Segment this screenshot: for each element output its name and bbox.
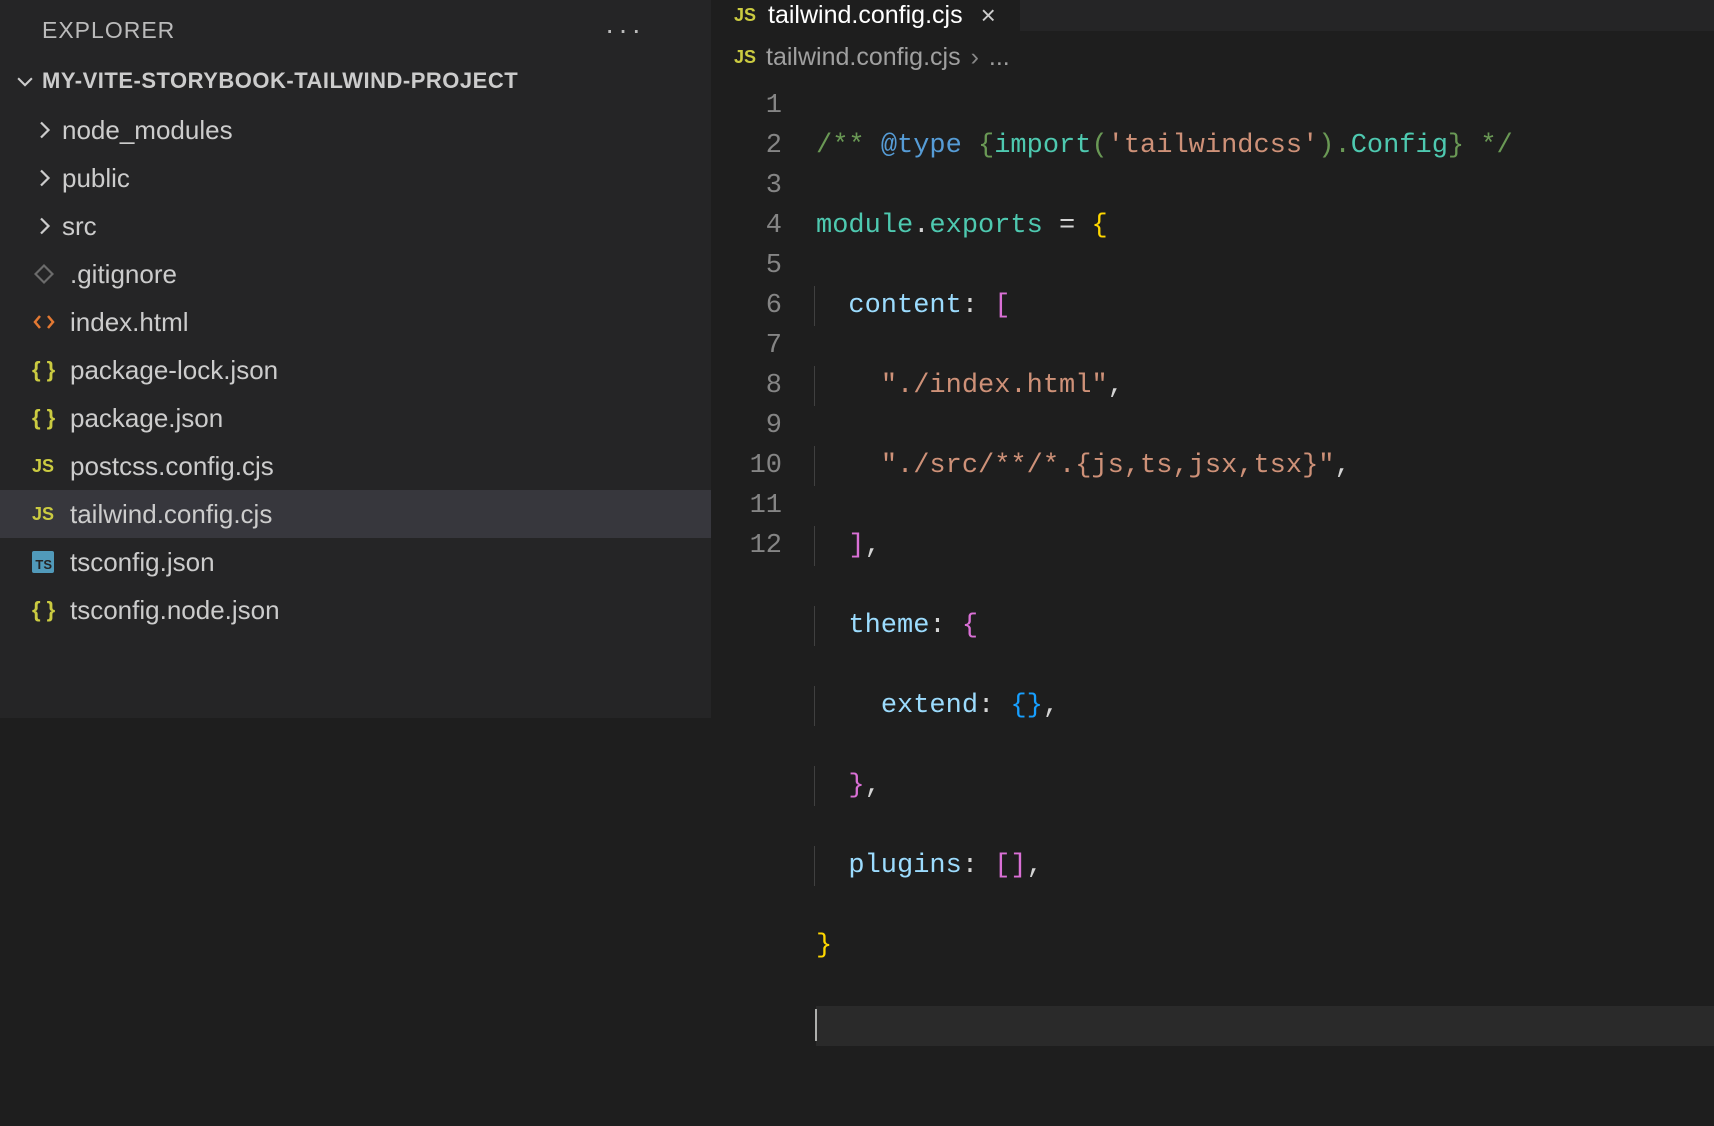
line-number: 7 — [712, 326, 782, 366]
tree-file-package-lock[interactable]: { } package-lock.json — [0, 346, 711, 394]
html-icon — [32, 310, 68, 334]
tree-item-label: node_modules — [60, 115, 233, 146]
line-number: 1 — [712, 86, 782, 126]
line-number: 6 — [712, 286, 782, 326]
line-number: 5 — [712, 246, 782, 286]
tab-tailwind-config[interactable]: JS tailwind.config.cjs × — [712, 0, 1020, 31]
tree-item-label: tsconfig.node.json — [68, 595, 280, 626]
js-icon: JS — [32, 504, 68, 525]
line-number: 4 — [712, 206, 782, 246]
explorer-title: EXPLORER — [42, 17, 175, 44]
tree-file-index-html[interactable]: index.html — [0, 298, 711, 346]
chevron-right-icon: › — [971, 43, 979, 72]
tree-item-label: tsconfig.json — [68, 547, 215, 578]
tree-file-tsconfig[interactable]: TS tsconfig.json — [0, 538, 711, 586]
js-icon: JS — [32, 456, 68, 477]
ts-icon: TS — [32, 551, 68, 573]
tab-bar: JS tailwind.config.cjs × — [712, 0, 1714, 31]
tree-item-label: index.html — [68, 307, 189, 338]
cursor — [815, 1009, 817, 1041]
tree-item-label: postcss.config.cjs — [68, 451, 274, 482]
breadcrumb-rest: ... — [989, 43, 1010, 72]
git-icon — [32, 262, 68, 286]
line-number: 12 — [712, 526, 782, 566]
js-icon: JS — [734, 47, 756, 68]
json-icon: { } — [32, 357, 68, 383]
close-icon[interactable]: × — [975, 0, 1002, 31]
explorer-more-icon[interactable]: ··· — [605, 14, 693, 46]
breadcrumb[interactable]: JS tailwind.config.cjs › ... — [712, 31, 1714, 84]
tree-file-tsconfig-node[interactable]: { } tsconfig.node.json — [0, 586, 711, 634]
line-number: 8 — [712, 366, 782, 406]
json-icon: { } — [32, 405, 68, 431]
line-number: 11 — [712, 486, 782, 526]
breadcrumb-file: tailwind.config.cjs — [766, 43, 961, 72]
explorer-sidebar: EXPLORER ··· MY-VITE-STORYBOOK-TAILWIND-… — [0, 0, 712, 718]
tree-folder-node-modules[interactable]: node_modules — [0, 106, 711, 154]
line-number: 10 — [712, 446, 782, 486]
tree-item-label: tailwind.config.cjs — [68, 499, 272, 530]
tree-item-label: package.json — [68, 403, 223, 434]
explorer-header: EXPLORER ··· — [0, 0, 711, 60]
line-number: 2 — [712, 126, 782, 166]
tree-item-label: .gitignore — [68, 259, 177, 290]
chevron-right-icon — [32, 166, 60, 190]
chevron-right-icon — [32, 214, 60, 238]
code-area[interactable]: 1 2 3 4 5 6 7 8 9 10 11 12 /** @type {im… — [712, 84, 1714, 1126]
tree-item-label: public — [60, 163, 130, 194]
project-root[interactable]: MY-VITE-STORYBOOK-TAILWIND-PROJECT — [0, 60, 711, 102]
line-number: 9 — [712, 406, 782, 446]
line-gutter: 1 2 3 4 5 6 7 8 9 10 11 12 — [712, 86, 816, 1126]
js-icon: JS — [734, 5, 756, 26]
tree-file-postcss-config[interactable]: JS postcss.config.cjs — [0, 442, 711, 490]
tree-folder-public[interactable]: public — [0, 154, 711, 202]
tab-label: tailwind.config.cjs — [768, 1, 963, 30]
editor-pane: JS tailwind.config.cjs × JS tailwind.con… — [712, 0, 1714, 718]
chevron-right-icon — [32, 118, 60, 142]
tree-item-label: package-lock.json — [68, 355, 278, 386]
line-number: 3 — [712, 166, 782, 206]
file-tree: node_modules public src .gitignore index… — [0, 102, 711, 634]
chevron-down-icon — [14, 70, 36, 92]
tree-file-tailwind-config[interactable]: JS tailwind.config.cjs — [0, 490, 711, 538]
code-content[interactable]: /** @type {import('tailwindcss').Config}… — [816, 86, 1714, 1126]
project-name: MY-VITE-STORYBOOK-TAILWIND-PROJECT — [42, 68, 518, 94]
tree-folder-src[interactable]: src — [0, 202, 711, 250]
tree-item-label: src — [60, 211, 97, 242]
json-icon: { } — [32, 597, 68, 623]
tree-file-gitignore[interactable]: .gitignore — [0, 250, 711, 298]
tree-file-package-json[interactable]: { } package.json — [0, 394, 711, 442]
